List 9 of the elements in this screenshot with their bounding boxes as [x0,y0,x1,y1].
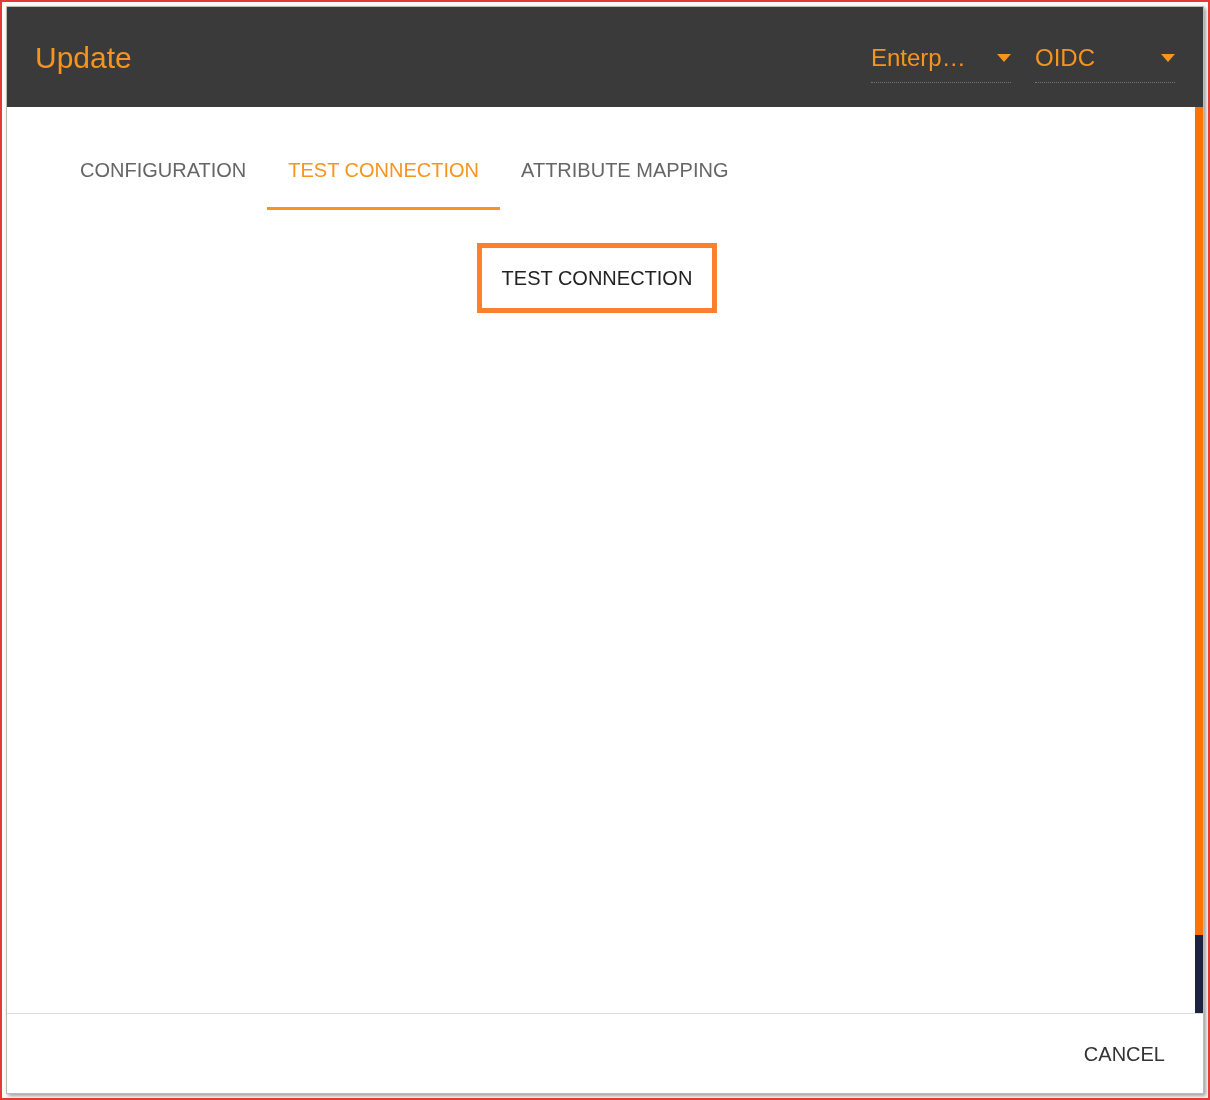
test-connection-button[interactable]: TEST CONNECTION [476,243,718,313]
tab[interactable]: ATTRIBUTE MAPPING [500,155,750,210]
dialog-title: Update [35,39,132,76]
tab[interactable]: CONFIGURATION [59,155,268,210]
cancel-button[interactable]: CANCEL [1081,1038,1167,1069]
dropdown-select[interactable]: Enterp… [871,31,1011,83]
dropdown-select[interactable]: OIDC [1035,31,1175,83]
caret-icon [1161,53,1175,62]
caret-icon [997,53,1011,62]
